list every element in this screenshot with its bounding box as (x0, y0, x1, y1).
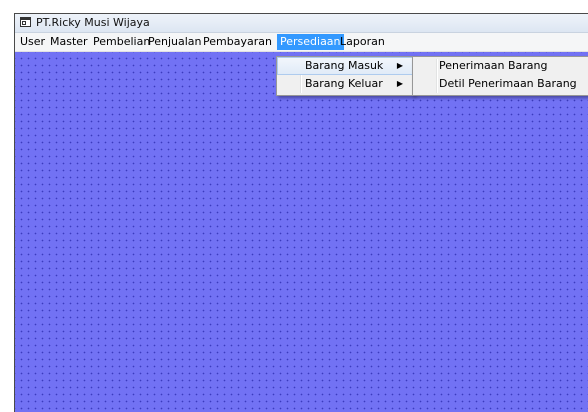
menu-laporan[interactable]: Laporan (337, 34, 388, 50)
menu-item-barang-keluar[interactable]: Barang Keluar ▶ (277, 75, 413, 93)
menu-pembelian[interactable]: Pembelian (90, 34, 153, 50)
menu-user[interactable]: User (17, 34, 48, 50)
menu-persediaan[interactable]: Persediaan (277, 34, 344, 50)
triangle-right-icon: ▶ (396, 79, 403, 88)
persediaan-dropdown: Barang Masuk ▶ Barang Keluar ▶ (276, 56, 414, 96)
barang-masuk-submenu: Penerimaan Barang Detil Penerimaan Baran… (412, 56, 588, 96)
menu-item-detil-penerimaan-barang[interactable]: Detil Penerimaan Barang (413, 75, 588, 93)
menu-item-label: Barang Masuk (305, 59, 384, 72)
menu-item-label: Penerimaan Barang (439, 59, 548, 72)
menu-penjualan[interactable]: Penjualan (145, 34, 205, 50)
menu-item-label: Barang Keluar (305, 77, 383, 90)
menu-item-penerimaan-barang[interactable]: Penerimaan Barang (413, 57, 588, 75)
window-title: PT.Ricky Musi Wijaya (36, 16, 150, 29)
menu-master[interactable]: Master (47, 34, 91, 50)
window-icon (20, 17, 31, 27)
title-bar[interactable]: PT.Ricky Musi Wijaya (15, 14, 588, 33)
menu-item-barang-masuk[interactable]: Barang Masuk ▶ (277, 57, 413, 75)
menu-bar: User Master Pembelian Penjualan Pembayar… (15, 33, 588, 52)
menu-item-label: Detil Penerimaan Barang (439, 77, 577, 90)
triangle-right-icon: ▶ (396, 61, 403, 70)
mdi-client-area (15, 52, 588, 412)
menu-pembayaran[interactable]: Pembayaran (200, 34, 275, 50)
